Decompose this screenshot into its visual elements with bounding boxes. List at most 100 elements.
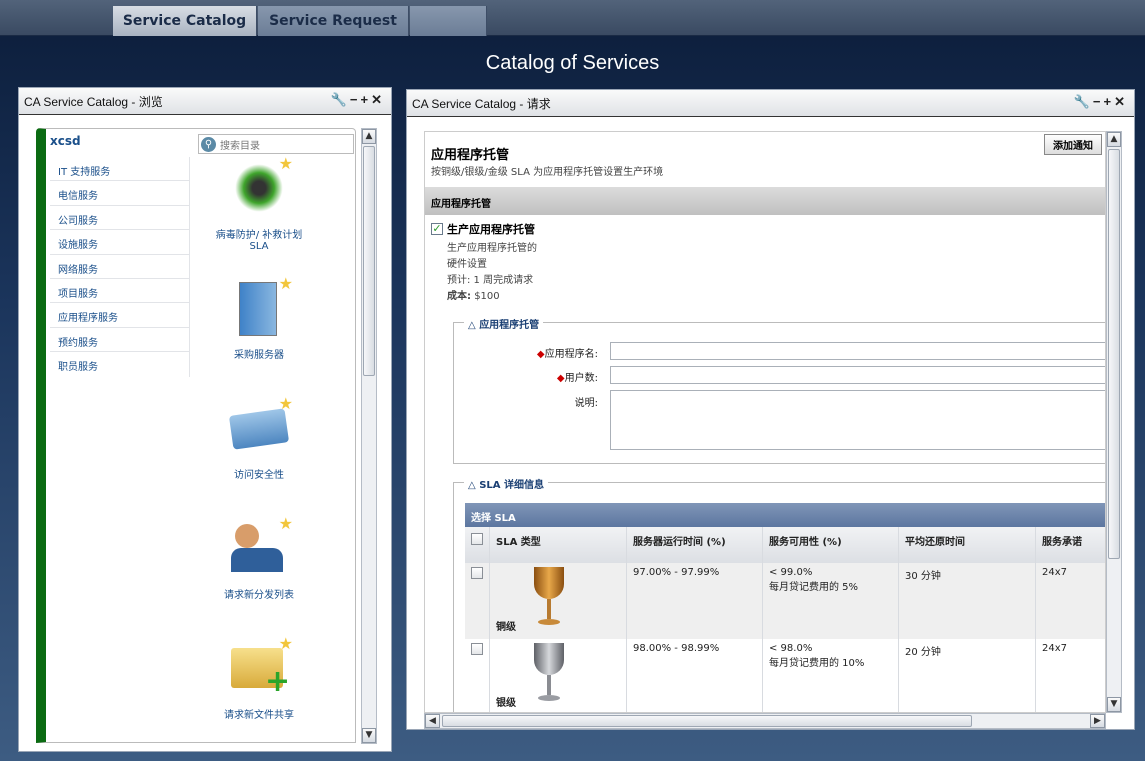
- row-checkbox[interactable]: [471, 567, 483, 579]
- collapse-icon: △: [468, 320, 476, 331]
- scroll-thumb[interactable]: [1108, 149, 1120, 559]
- request-content: 添加通知 应用程序托管 按铜级/银级/金级 SLA 为应用程序托管设置生产环境 …: [424, 131, 1106, 713]
- tab-service-request[interactable]: Service Request: [258, 6, 409, 36]
- uptime-cell: 97.00% - 97.99%: [626, 563, 763, 639]
- top-nav: Service Catalog Service Request: [0, 0, 1145, 36]
- option-label: 生产应用程序托管: [447, 223, 535, 236]
- service-item[interactable]: ★ 采购服务器: [209, 274, 309, 361]
- search-input[interactable]: 搜索目录: [220, 137, 260, 152]
- user-count-input[interactable]: [610, 366, 1105, 384]
- add-notification-button[interactable]: 添加通知: [1044, 134, 1102, 155]
- scroll-down-icon[interactable]: ▼: [1107, 697, 1121, 712]
- request-hscrollbar[interactable]: ◀ ▶: [424, 713, 1106, 729]
- sla-type: 银级: [496, 698, 516, 709]
- sla-type: 铜级: [496, 622, 516, 633]
- category-item[interactable]: 职员服务: [50, 352, 189, 376]
- wrench-icon[interactable]: 🔧: [331, 92, 350, 107]
- users-mail-icon: ★: [227, 514, 293, 580]
- wrench-icon[interactable]: 🔧: [1074, 94, 1093, 109]
- description-textarea[interactable]: [610, 390, 1105, 450]
- option-desc-line: 硬件设置: [447, 259, 487, 270]
- sla-fieldset: △ SLA 详细信息 选择 SLA SLA 类型 服务器运行时间 (%) 服务可…: [453, 476, 1105, 712]
- fieldset-legend[interactable]: △ 应用程序托管: [464, 316, 544, 331]
- panel-header: CA Service Catalog - 请求 🔧−+✕: [407, 90, 1134, 117]
- close-icon[interactable]: ✕: [371, 92, 385, 107]
- category-item[interactable]: 网络服务: [50, 255, 189, 279]
- panel-title: CA Service Catalog - 请求: [412, 96, 551, 111]
- option-description: 生产应用程序托管的 硬件设置 预计: 1 周完成请求 成本: $100: [447, 241, 537, 305]
- category-item[interactable]: IT 支持服务: [50, 157, 189, 182]
- column-header: SLA 类型: [489, 527, 627, 563]
- option-estimate: 预计: 1 周完成请求: [447, 275, 534, 286]
- option-cost: 成本: $100: [447, 289, 537, 305]
- option-checkbox[interactable]: ✓: [431, 223, 443, 235]
- tab-service-catalog[interactable]: Service Catalog: [113, 6, 257, 36]
- panel-title: CA Service Catalog - 浏览: [24, 94, 163, 109]
- scroll-right-icon[interactable]: ▶: [1090, 714, 1105, 728]
- app-name-input[interactable]: [610, 342, 1105, 360]
- table-header-row: SLA 类型 服务器运行时间 (%) 服务可用性 (%) 平均还原时间 服务承诺: [465, 527, 1105, 563]
- commitment-cell: 24x7: [1035, 639, 1105, 712]
- cost-label: 成本:: [447, 291, 471, 302]
- server-icon: ★: [227, 274, 293, 340]
- restore-cell: 30 分钟: [898, 563, 1036, 639]
- option-desc-line: 生产应用程序托管的: [447, 243, 537, 254]
- category-item[interactable]: 公司服务: [50, 206, 189, 231]
- section-bar: 应用程序托管: [425, 187, 1105, 215]
- scroll-up-icon[interactable]: ▲: [1107, 132, 1121, 147]
- maximize-icon[interactable]: +: [1104, 94, 1115, 109]
- column-header: 服务可用性 (%): [762, 527, 899, 563]
- service-item[interactable]: ★ 请求新分发列表: [209, 514, 309, 601]
- category-item[interactable]: 应用程序服务: [50, 303, 189, 328]
- availability-cell: < 99.0% 每月贷记费用的 5%: [762, 563, 899, 639]
- search-box[interactable]: ⚲ 搜索目录: [198, 134, 354, 154]
- scroll-thumb[interactable]: [442, 715, 972, 727]
- fieldset-legend[interactable]: △ SLA 详细信息: [464, 476, 548, 491]
- panel-header: CA Service Catalog - 浏览 🔧−+✕: [19, 88, 391, 115]
- catalog-root[interactable]: xcsd: [50, 134, 81, 148]
- service-item[interactable]: ★ 病毒防护/ 补救计划 SLA: [209, 154, 309, 252]
- availability-cell: < 98.0% 每月贷记费用的 10%: [762, 639, 899, 712]
- restore-cell: 20 分钟: [898, 639, 1036, 712]
- folder-add-icon: + ★: [227, 634, 293, 700]
- minimize-icon[interactable]: −: [350, 92, 361, 107]
- column-header: 平均还原时间: [898, 527, 1036, 563]
- select-all-checkbox[interactable]: [471, 533, 483, 545]
- panel-controls: 🔧−+✕: [1074, 94, 1128, 110]
- silver-trophy-icon: [534, 643, 564, 707]
- browse-panel: CA Service Catalog - 浏览 🔧−+✕ xcsd ⚲ 搜索目录…: [18, 87, 392, 752]
- category-item[interactable]: 电信服务: [50, 181, 189, 206]
- row-checkbox[interactable]: [471, 643, 483, 655]
- column-header: 服务器运行时间 (%): [626, 527, 763, 563]
- category-item[interactable]: 预约服务: [50, 328, 189, 353]
- field-label-description: 说明:: [574, 398, 598, 409]
- table-row: 铜级 97.00% - 97.99% < 99.0% 每月贷记费用的 5% 30 …: [465, 563, 1105, 639]
- bronze-trophy-icon: [534, 567, 564, 631]
- minimize-icon[interactable]: −: [1093, 94, 1104, 109]
- browse-scrollbar[interactable]: ▲ ▼: [361, 128, 377, 744]
- category-item[interactable]: 项目服务: [50, 279, 189, 304]
- service-item[interactable]: + ★ 请求新文件共享: [209, 634, 309, 721]
- uptime-cell: 98.00% - 98.99%: [626, 639, 763, 712]
- request-vscrollbar[interactable]: ▲ ▼: [1106, 131, 1122, 713]
- cost-value: $100: [474, 291, 500, 302]
- category-list: IT 支持服务 电信服务 公司服务 设施服务 网络服务 项目服务 应用程序服务 …: [50, 157, 190, 377]
- maximize-icon[interactable]: +: [361, 92, 372, 107]
- scroll-thumb[interactable]: [363, 146, 375, 376]
- scroll-up-icon[interactable]: ▲: [362, 129, 376, 144]
- sla-table-title: 选择 SLA: [465, 503, 1105, 527]
- column-header: 服务承诺: [1035, 527, 1105, 563]
- commitment-cell: 24x7: [1035, 563, 1105, 639]
- close-icon[interactable]: ✕: [1114, 94, 1128, 109]
- table-row: 银级 98.00% - 98.99% < 98.0% 每月贷记费用的 10% 20…: [465, 639, 1105, 712]
- request-panel: CA Service Catalog - 请求 🔧−+✕ 添加通知 应用程序托管…: [406, 89, 1135, 730]
- service-item[interactable]: ★ 访问安全性: [209, 394, 309, 481]
- id-card-icon: ★: [227, 394, 293, 460]
- field-label-app-name: ◆应用程序名:: [536, 349, 598, 360]
- request-heading: 应用程序托管: [431, 148, 510, 163]
- scroll-down-icon[interactable]: ▼: [362, 728, 376, 743]
- collapse-icon: △: [468, 480, 476, 491]
- scroll-left-icon[interactable]: ◀: [425, 714, 440, 728]
- search-icon: ⚲: [201, 136, 216, 152]
- category-item[interactable]: 设施服务: [50, 230, 189, 255]
